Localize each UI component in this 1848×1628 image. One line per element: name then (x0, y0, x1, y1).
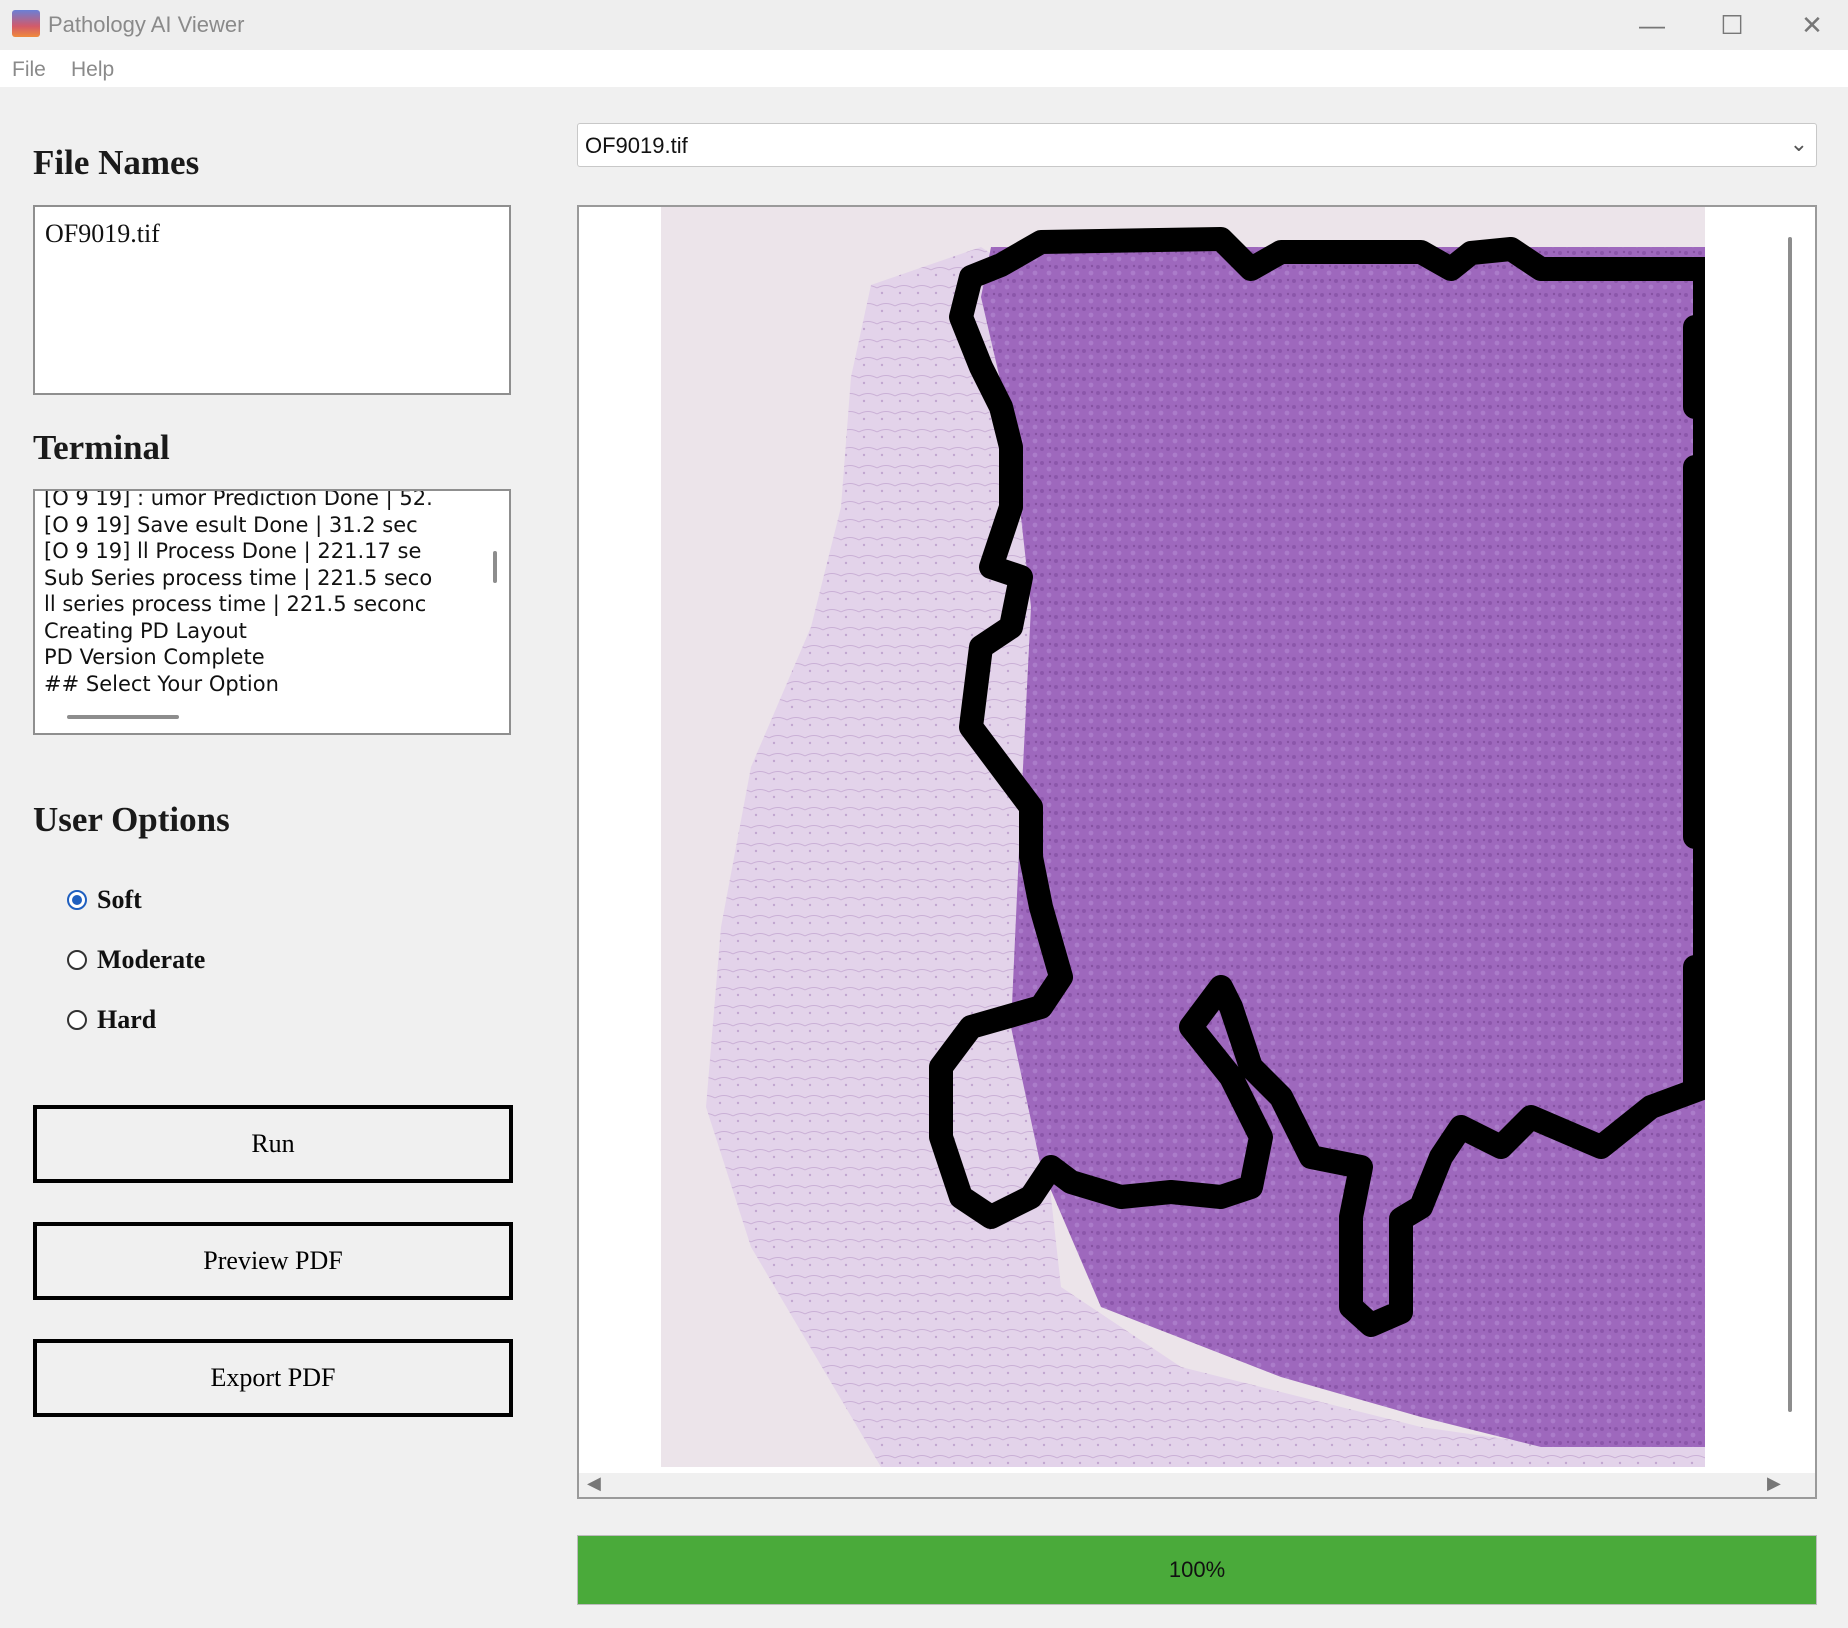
user-options-heading: User Options (33, 800, 230, 839)
file-list[interactable]: OF9019.tif (33, 205, 511, 395)
viewer-horizontal-scrollbar[interactable]: ◀ ▶ (579, 1473, 1815, 1497)
file-select-dropdown[interactable]: OF9019.tif ⌄ (577, 123, 1817, 167)
app-icon (12, 10, 40, 37)
progress-label: 100% (1168, 1557, 1226, 1582)
scroll-left-icon[interactable]: ◀ (587, 1473, 601, 1494)
terminal-horizontal-scrollbar[interactable] (67, 715, 179, 719)
option-soft-label[interactable]: Soft (97, 885, 142, 915)
slide-image (661, 207, 1705, 1467)
maximize-icon[interactable]: ☐ (1692, 0, 1772, 50)
terminal-line: Sub Series process time | 221.5 seco (44, 565, 433, 590)
terminal-line: ## Select Your Option (44, 671, 279, 696)
option-hard-radio[interactable]: Hard (67, 1003, 156, 1037)
radio-unchecked-icon[interactable] (67, 950, 87, 970)
terminal-lines: [O 9 19] : umor Prediction Done | 52. [O… (44, 491, 433, 697)
radio-unchecked-icon[interactable] (67, 1010, 87, 1030)
export-pdf-button[interactable]: Export PDF (33, 1339, 513, 1417)
scroll-right-icon[interactable]: ▶ (1767, 1473, 1781, 1494)
slide-viewer[interactable]: ◀ ▶ (577, 205, 1817, 1499)
option-hard-label[interactable]: Hard (97, 1005, 156, 1035)
terminal-line: [O 9 19] ll Process Done | 221.17 se (44, 539, 422, 563)
window-title: Pathology AI Viewer (48, 12, 245, 37)
terminal-viewport: [O 9 19] : umor Prediction Done | 52. [O… (35, 491, 483, 703)
preview-pdf-button[interactable]: Preview PDF (33, 1222, 513, 1300)
menu-help[interactable]: Help (71, 58, 114, 82)
menu-file[interactable]: File (12, 58, 46, 82)
viewer-vertical-scrollbar[interactable] (1788, 237, 1792, 1412)
radio-checked-icon[interactable] (67, 890, 87, 910)
minimize-icon[interactable]: — (1612, 0, 1692, 50)
progress-bar: 100% (577, 1535, 1817, 1605)
title-bar: Pathology AI Viewer — ☐ ✕ (0, 0, 1848, 50)
option-moderate-radio[interactable]: Moderate (67, 943, 205, 977)
selected-file-value: OF9019.tif (585, 133, 688, 158)
terminal-line: ll series process time | 221.5 seconc (44, 592, 427, 616)
file-list-item[interactable]: OF9019.tif (45, 219, 160, 249)
terminal-line: PD Version Complete (44, 645, 265, 669)
terminal-line: [O 9 19] : umor Prediction Done | 52. (44, 491, 433, 510)
terminal-vertical-scrollbar[interactable] (493, 551, 497, 583)
option-soft-radio[interactable]: Soft (67, 883, 142, 917)
file-names-heading: File Names (33, 143, 200, 182)
terminal-heading: Terminal (33, 428, 170, 467)
chevron-down-icon[interactable]: ⌄ (1790, 131, 1808, 157)
menu-bar: File Help (0, 50, 1848, 87)
terminal-output[interactable]: [O 9 19] : umor Prediction Done | 52. [O… (33, 489, 511, 735)
option-moderate-label[interactable]: Moderate (97, 945, 205, 975)
terminal-line: Creating PD Layout (44, 618, 247, 643)
run-button[interactable]: Run (33, 1105, 513, 1183)
terminal-line: [O 9 19] Save esult Done | 31.2 sec (44, 512, 418, 537)
close-icon[interactable]: ✕ (1772, 0, 1848, 50)
